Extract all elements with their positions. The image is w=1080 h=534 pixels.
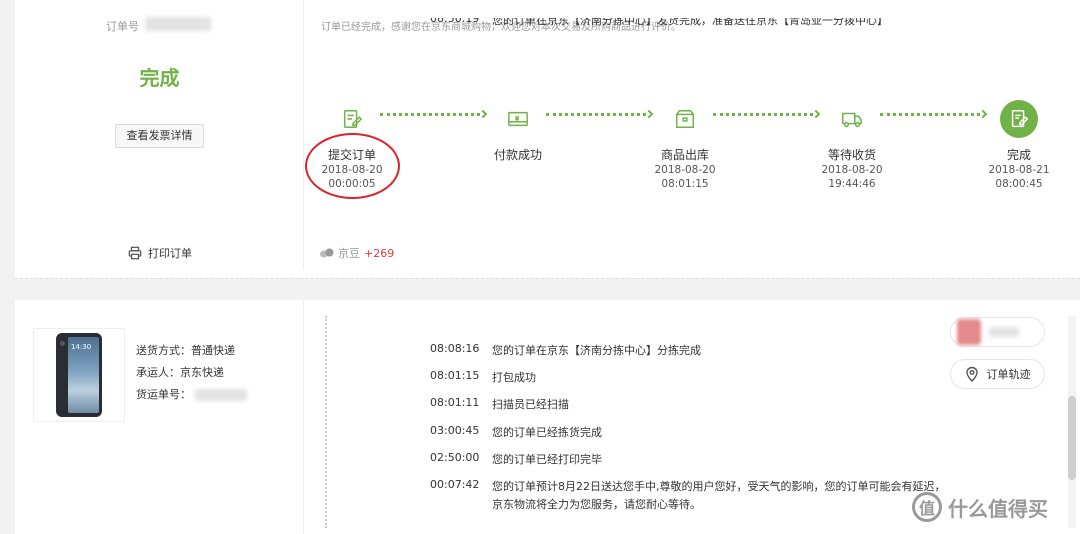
progress-connector [880, 113, 980, 119]
step-date: 2018-08-20 [654, 164, 716, 176]
avatar [957, 319, 981, 345]
log-entry: 08:01:15 打包成功 [430, 369, 952, 387]
phone-clock: 14:30 [71, 343, 92, 351]
delivery-truck-icon [833, 100, 871, 138]
log-message: 打包成功 [492, 371, 536, 384]
log-message: 扫描员已经扫描 [492, 398, 569, 411]
log-scrollbar[interactable] [1068, 316, 1076, 528]
log-time: 08:08:16 [430, 342, 480, 355]
view-invoice-button[interactable]: 查看发票详情 [115, 124, 204, 148]
log-entry: 00:07:42 您的订单预计8月22日送达您手中,尊敬的用户您好，受天气的影响… [430, 478, 952, 514]
log-time: 03:00:45 [430, 424, 480, 437]
timeline-line [325, 316, 327, 528]
tracking-label: 货运单号： [136, 388, 191, 401]
log-message: 您的订单已经打印完毕 [492, 453, 602, 466]
log-time: 08:01:11 [430, 396, 480, 409]
jd-bean-amount: +269 [364, 246, 395, 260]
progress-connector [713, 113, 813, 119]
watermark: 值 什么值得买 [912, 492, 1048, 522]
step-time: 08:01:15 [661, 178, 709, 190]
log-entry: 02:50:00 您的订单已经打印完毕 [430, 451, 952, 469]
shipping-carrier: 承运人：京东快递 [136, 366, 224, 379]
location-pin-icon [965, 366, 978, 382]
package-icon [666, 100, 704, 138]
print-order-link[interactable]: 打印订单 [128, 245, 192, 261]
printer-icon [128, 246, 142, 260]
order-number-redacted [145, 17, 211, 31]
jd-bean-reward: 京豆 +269 [320, 245, 394, 261]
log-entry: 03:00:45 您的订单已经拣货完成 [430, 424, 952, 442]
step-date: 2018-08-21 [988, 164, 1050, 176]
step-name: 付款成功 [493, 148, 542, 162]
log-time: 00:07:42 [430, 478, 480, 491]
log-entry: 08:08:16 您的订单在京东【济南分拣中心】分拣完成 [430, 342, 952, 360]
courier-avatar-pill[interactable] [950, 317, 1045, 347]
watermark-logo-icon: 值 [912, 492, 942, 522]
log-message: 您的订单在京东【济南分拣中心】分拣完成 [492, 344, 701, 357]
order-track-label: 订单轨迹 [986, 368, 1031, 381]
payment-card-icon [499, 100, 537, 138]
progress-connector [546, 113, 646, 119]
step-time: 08:00:45 [995, 178, 1043, 190]
bean-icon [320, 248, 334, 258]
product-thumbnail[interactable]: 14:30 [33, 328, 125, 422]
progress-connector [380, 113, 480, 119]
phone-image: 14:30 [56, 333, 102, 417]
step-payment: 付款成功 [463, 100, 573, 163]
tracking-number-row: 货运单号： [136, 384, 247, 406]
scroll-thumb[interactable] [1068, 396, 1076, 480]
shipping-summary: 14:30 送货方式：普通快递 承运人：京东快递 货运单号： [15, 300, 304, 534]
shipping-info: 送货方式：普通快递 承运人：京东快递 货运单号： [136, 340, 247, 406]
log-message: 您的订单已经拣货完成 [492, 426, 602, 439]
log-message: 您的订单预计8月22日送达您手中,尊敬的用户您好，受天气的影响，您的订单可能会有… [492, 480, 946, 511]
order-track-button[interactable]: 订单轨迹 [950, 359, 1045, 389]
highlight-circle [305, 133, 400, 199]
step-date: 2018-08-20 [821, 164, 883, 176]
step-name: 商品出库 [660, 148, 709, 162]
jd-bean-label: 京豆 [338, 247, 360, 260]
order-complete-icon [1000, 100, 1038, 138]
order-status: 完成 [139, 66, 180, 90]
order-number-label: 订单号 [106, 20, 139, 33]
log-time: 08:01:15 [430, 369, 480, 382]
shipping-method: 送货方式：普通快递 [136, 344, 235, 357]
log-entry: 08:01:11 扫描员已经扫描 [430, 396, 952, 414]
step-name: 完成 [1006, 148, 1031, 162]
log-time: 02:50:00 [430, 451, 480, 464]
tracking-number-redacted [195, 389, 247, 401]
step-name: 等待收货 [827, 148, 876, 162]
print-order-label: 打印订单 [148, 247, 192, 260]
step-time: 19:44:46 [828, 178, 876, 190]
order-summary: 订单号 完成 查看发票详情 打印订单 [15, 0, 304, 270]
panel-divider [15, 278, 1080, 279]
courier-name-redacted [989, 327, 1019, 337]
watermark-text: 什么值得买 [948, 496, 1048, 521]
